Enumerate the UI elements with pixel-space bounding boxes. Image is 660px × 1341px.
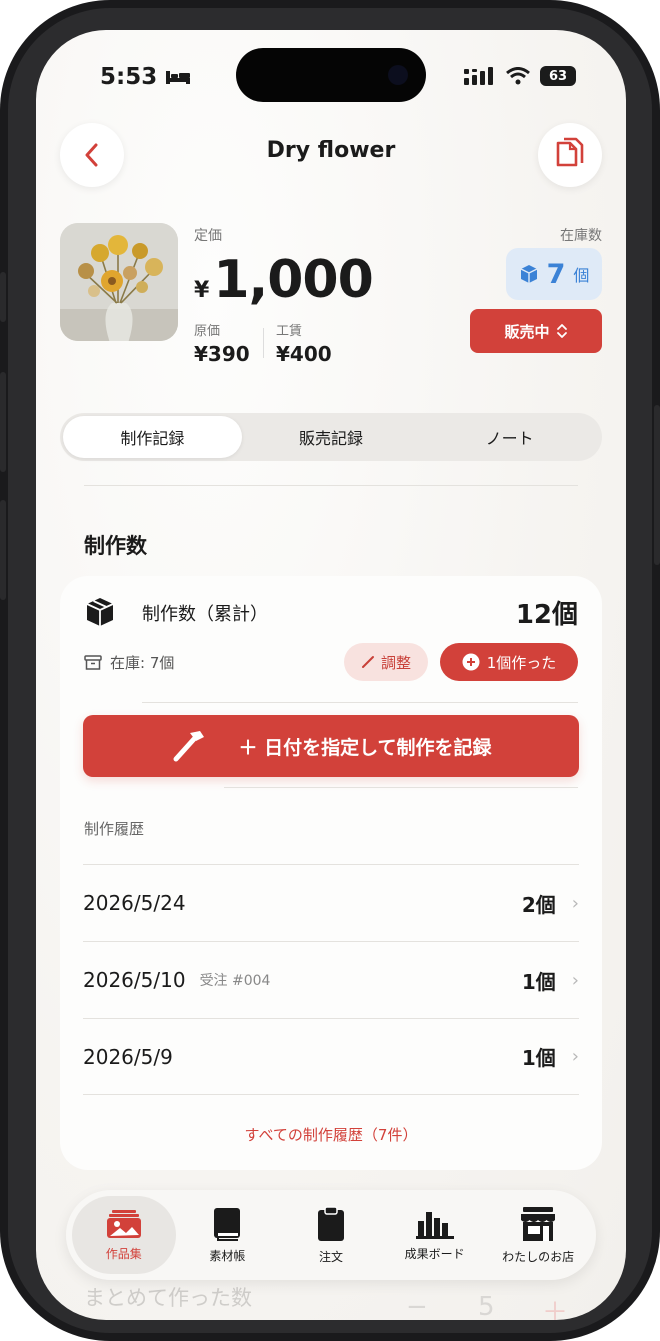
currency-symbol: ¥ <box>194 278 210 303</box>
made-one-label: 1個作った <box>486 653 557 672</box>
record-production-button[interactable]: ＋ 日付を指定して制作を記録 <box>83 715 579 777</box>
photo-gallery-icon <box>106 1209 141 1238</box>
batch-plus: ＋ <box>542 1298 569 1320</box>
divider <box>224 787 578 788</box>
stock-unit: 個 <box>573 266 590 285</box>
archive-icon <box>84 654 102 670</box>
history-date: 2026/5/10 <box>83 968 186 992</box>
stock-count: 7 <box>546 258 566 290</box>
power-button <box>654 405 660 565</box>
cellular-signal-icon <box>464 67 493 85</box>
duplicate-button[interactable] <box>538 123 602 187</box>
tabbar-item-my-shop[interactable]: わたしのお店 <box>486 1196 590 1274</box>
made-one-button[interactable]: 1個作った <box>440 643 578 681</box>
history-qty: 1個 <box>521 969 556 994</box>
see-all-history-link[interactable]: すべての制作履歴（7件） <box>36 1124 626 1145</box>
list-price-value: 1,000 <box>213 250 373 310</box>
price-divider <box>263 328 264 358</box>
tabbar-label: 素材帳 <box>209 1248 246 1263</box>
cost-label: 原価 <box>194 324 221 339</box>
phone-frame: 5:53 63 Dry flower 定価 ¥ 1,000 原価 ¥390 工賃… <box>0 0 660 1341</box>
plus-circle-icon <box>462 653 480 671</box>
stock-text: 在庫: 7個 <box>110 654 175 672</box>
tabbar-item-works[interactable]: 作品集 <box>72 1196 176 1274</box>
record-production-label: ＋ 日付を指定して制作を記録 <box>238 736 492 759</box>
status-icons: 63 <box>464 66 576 86</box>
stock-badge[interactable]: 7 個 <box>506 248 602 300</box>
adjust-label: 調整 <box>380 653 411 672</box>
cumulative-label: 制作数（累計） <box>142 604 268 625</box>
box-icon <box>86 598 114 626</box>
hammer-icon <box>173 731 205 762</box>
stock-line: 在庫: 7個 <box>84 652 174 673</box>
app-screen: 5:53 63 Dry flower 定価 ¥ 1,000 原価 ¥390 工賃… <box>36 30 626 1320</box>
chevron-right-icon: › <box>571 969 579 991</box>
tab-production-records[interactable]: 制作記録 <box>63 416 242 458</box>
segment-control: 制作記録 販売記録 ノート <box>60 413 602 461</box>
history-qty: 1個 <box>521 1046 556 1070</box>
list-price-label: 定価 <box>194 228 222 244</box>
section-title: 制作数 <box>84 534 147 558</box>
volume-up-button <box>0 272 6 322</box>
labor-label: 工賃 <box>276 324 303 339</box>
history-date: 2026/5/24 <box>83 891 186 915</box>
divider <box>84 485 578 486</box>
cost-value: ¥390 <box>194 342 250 366</box>
tabbar-item-results[interactable]: 成果ボード <box>383 1196 487 1274</box>
divider <box>142 702 578 703</box>
batch-value: 5 <box>478 1292 495 1320</box>
copy-documents-icon <box>556 137 584 167</box>
storefront-icon <box>521 1206 556 1241</box>
chevron-up-down-icon <box>556 324 567 338</box>
product-photo <box>60 223 178 341</box>
batch-minus: − <box>406 1292 428 1320</box>
tabbar-item-materials[interactable]: 素材帳 <box>176 1196 280 1274</box>
pencil-icon <box>361 656 374 668</box>
history-date: 2026/5/9 <box>83 1044 173 1069</box>
tab-bar: 作品集 素材帳 注文 成果ボード わたしのお店 <box>66 1190 596 1280</box>
tabbar-label: 注文 <box>318 1249 343 1264</box>
batch-count-label: まとめて作った数 <box>84 1286 252 1310</box>
wifi-icon <box>506 67 530 85</box>
chevron-right-icon: › <box>571 892 579 914</box>
status-time: 5:53 <box>100 64 191 90</box>
sale-status-label: 販売中 <box>504 322 550 341</box>
list-price: ¥ 1,000 <box>194 250 374 310</box>
history-qty: 2個 <box>521 892 556 917</box>
action-button <box>0 500 6 600</box>
labor-value: ¥400 <box>276 342 332 366</box>
volume-down-button <box>0 372 6 472</box>
history-row[interactable]: 2026/5/24 2個 › <box>83 864 579 941</box>
sleep-bed-icon <box>166 71 191 84</box>
tab-sales-records[interactable]: 販売記録 <box>242 416 421 458</box>
stock-label: 在庫数 <box>560 228 602 244</box>
sale-status-dropdown[interactable]: 販売中 <box>470 309 602 353</box>
history-title: 制作履歴 <box>84 820 145 838</box>
battery-icon: 63 <box>540 66 576 86</box>
dynamic-island <box>236 48 426 102</box>
history-row[interactable]: 2026/5/9 1個 › <box>83 1018 579 1095</box>
tabbar-label: 作品集 <box>105 1246 142 1261</box>
cube-icon <box>520 265 537 283</box>
history-order: 受注 #004 <box>199 973 271 989</box>
book-icon <box>214 1207 241 1241</box>
tabbar-label: 成果ボード <box>404 1246 465 1261</box>
clipboard-icon <box>317 1205 344 1241</box>
tabbar-label: わたしのお店 <box>502 1249 575 1264</box>
adjust-button[interactable]: 調整 <box>344 643 428 681</box>
history-row[interactable]: 2026/5/10 受注 #004 1個 › <box>83 941 579 1018</box>
cumulative-value: 12個 <box>515 600 578 630</box>
bar-chart-icon <box>415 1211 454 1239</box>
tab-notes[interactable]: ノート <box>420 416 599 458</box>
camera-icon <box>388 65 408 85</box>
chevron-right-icon: › <box>571 1046 579 1067</box>
tabbar-item-orders[interactable]: 注文 <box>279 1196 383 1274</box>
